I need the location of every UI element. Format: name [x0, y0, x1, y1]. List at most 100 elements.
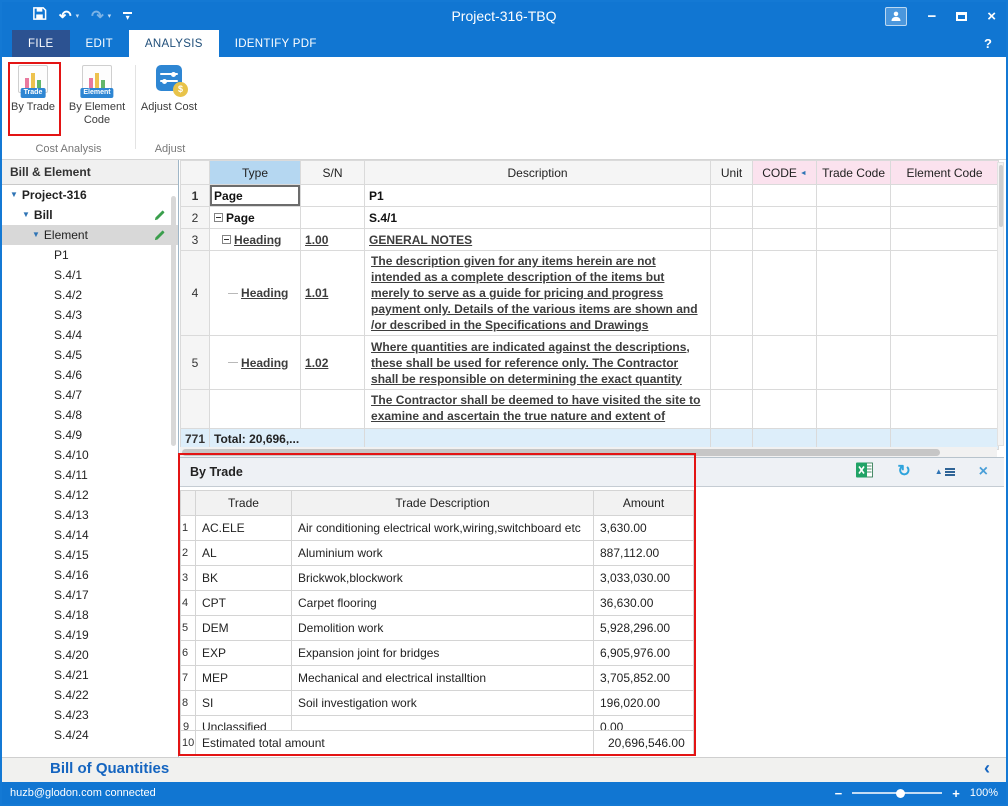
collapse-chevron-left-icon[interactable]: ‹: [984, 758, 990, 779]
cell-type[interactable]: Heading: [210, 336, 301, 390]
zoom-slider[interactable]: [852, 792, 942, 794]
by-trade-cell-desc[interactable]: Brickwok,blockwork: [292, 566, 594, 591]
column-header-description[interactable]: Description: [365, 161, 711, 185]
by-trade-row[interactable]: 5DEMDemolition work5,928,296.00: [181, 616, 694, 641]
grid-cell[interactable]: [711, 207, 753, 229]
by-trade-row[interactable]: 7MEPMechanical and electrical installtio…: [181, 666, 694, 691]
by-trade-cell-trade[interactable]: AC.ELE: [196, 516, 292, 541]
column-header-element-code[interactable]: Element Code: [891, 161, 999, 185]
by-trade-cell-n[interactable]: 8: [181, 691, 196, 716]
tab-edit[interactable]: EDIT: [70, 30, 129, 57]
sidebar-item-s-4-16[interactable]: S.4/16: [2, 565, 178, 585]
grid-cell[interactable]: [891, 207, 999, 229]
grid-cell[interactable]: [817, 390, 891, 429]
grid-cell[interactable]: [817, 185, 891, 207]
collapse-box-icon[interactable]: [214, 213, 223, 222]
minimize-button[interactable]: −: [927, 9, 936, 24]
grid-cell[interactable]: [753, 229, 817, 251]
by-trade-row[interactable]: 6EXPExpansion joint for bridges6,905,976…: [181, 641, 694, 666]
by-trade-row[interactable]: 3BKBrickwok,blockwork3,033,030.00: [181, 566, 694, 591]
by-trade-cell-n[interactable]: 1: [181, 516, 196, 541]
grid-cell[interactable]: [817, 207, 891, 229]
by-trade-cell-desc[interactable]: Mechanical and electrical installtion: [292, 666, 594, 691]
sort-collapse-icon[interactable]: ▲: [935, 467, 955, 478]
export-excel-icon[interactable]: [856, 462, 873, 483]
sidebar-item-s-4-20[interactable]: S.4/20: [2, 645, 178, 665]
grid-cell[interactable]: [711, 251, 753, 336]
by-trade-cell-amount[interactable]: 887,112.00: [594, 541, 694, 566]
column-header-sn[interactable]: S/N: [301, 161, 365, 185]
cell-description[interactable]: Where quantities are indicated against t…: [365, 336, 711, 390]
sidebar-item-s-4-5[interactable]: S.4/5: [2, 345, 178, 365]
sidebar-item-s-4-11[interactable]: S.4/11: [2, 465, 178, 485]
sidebar-item-s-4-18[interactable]: S.4/18: [2, 605, 178, 625]
tab-analysis[interactable]: ANALYSIS: [129, 30, 219, 57]
grid-cell[interactable]: [817, 251, 891, 336]
table-row[interactable]: 1 Page P1: [181, 185, 999, 207]
row-number[interactable]: 4: [181, 251, 210, 336]
by-trade-cell-desc[interactable]: Air conditioning electrical work,wiring,…: [292, 516, 594, 541]
grid-cell[interactable]: [301, 185, 365, 207]
by-trade-button[interactable]: Trade By Trade: [8, 65, 58, 114]
filter-triangle-icon[interactable]: ◄: [800, 170, 807, 177]
by-trade-cell-trade[interactable]: MEP: [196, 666, 292, 691]
by-trade-col-amount[interactable]: Amount: [594, 491, 694, 516]
refresh-icon[interactable]: ↻: [897, 464, 910, 480]
grid-cell[interactable]: [753, 336, 817, 390]
tree-node-bill[interactable]: ▼ Bill: [2, 205, 178, 225]
by-trade-cell-amount[interactable]: 0.00: [594, 716, 694, 731]
by-trade-cell-n[interactable]: 4: [181, 591, 196, 616]
by-trade-row[interactable]: 1AC.ELEAir conditioning electrical work,…: [181, 516, 694, 541]
row-number[interactable]: [181, 390, 210, 429]
by-trade-row-clipped[interactable]: 9 Unclassified 0.00: [181, 716, 694, 731]
panel-close-icon[interactable]: ×: [979, 464, 988, 480]
by-element-code-button[interactable]: Element By Element Code: [62, 65, 132, 127]
by-trade-cell-desc[interactable]: Soil investigation work: [292, 691, 594, 716]
by-trade-cell-n[interactable]: 3: [181, 566, 196, 591]
by-trade-col-description[interactable]: Trade Description: [292, 491, 594, 516]
by-trade-cell-amount[interactable]: 3,705,852.00: [594, 666, 694, 691]
vertical-scrollbar-thumb[interactable]: [999, 165, 1003, 227]
grid-cell[interactable]: [301, 390, 365, 429]
help-icon[interactable]: ?: [984, 30, 992, 57]
grid-cell[interactable]: [301, 207, 365, 229]
by-trade-cell-amount[interactable]: 3,033,030.00: [594, 566, 694, 591]
by-trade-cell-desc[interactable]: Aluminium work: [292, 541, 594, 566]
grid-cell[interactable]: [753, 185, 817, 207]
by-trade-row[interactable]: 8SISoil investigation work196,020.00: [181, 691, 694, 716]
sidebar-item-s-4-6[interactable]: S.4/6: [2, 365, 178, 385]
grid-cell[interactable]: [711, 390, 753, 429]
column-header-unit[interactable]: Unit: [711, 161, 753, 185]
tree-collapse-icon[interactable]: ▼: [10, 191, 18, 199]
sidebar-item-s-4-8[interactable]: S.4/8: [2, 405, 178, 425]
row-number[interactable]: 3: [181, 229, 210, 251]
grid-cell[interactable]: [891, 229, 999, 251]
row-number[interactable]: 1: [181, 185, 210, 207]
grid-cell[interactable]: [753, 390, 817, 429]
horizontal-scrollbar[interactable]: [180, 447, 997, 457]
sidebar-item-s-4-21[interactable]: S.4/21: [2, 665, 178, 685]
column-header-type[interactable]: Type: [210, 161, 301, 185]
grid-cell[interactable]: [817, 229, 891, 251]
grid-cell[interactable]: [711, 336, 753, 390]
by-trade-col-trade[interactable]: Trade: [196, 491, 292, 516]
sidebar-item-s-4-24[interactable]: S.4/24: [2, 725, 178, 745]
tab-file[interactable]: FILE: [12, 30, 70, 57]
grid-cell[interactable]: [753, 207, 817, 229]
horizontal-scrollbar-thumb[interactable]: [182, 449, 940, 456]
sidebar-item-s-4-10[interactable]: S.4/10: [2, 445, 178, 465]
cell-sn[interactable]: 1.00: [301, 229, 365, 251]
tree-node-project[interactable]: ▼ Project-316: [2, 185, 178, 205]
sidebar-item-s-4-2[interactable]: S.4/2: [2, 285, 178, 305]
sidebar-item-s-4-22[interactable]: S.4/22: [2, 685, 178, 705]
by-trade-cell-desc[interactable]: Demolition work: [292, 616, 594, 641]
row-number[interactable]: 2: [181, 207, 210, 229]
edit-pencil-icon[interactable]: [154, 209, 166, 224]
sidebar-item-s-4-1[interactable]: S.4/1: [2, 265, 178, 285]
sidebar-item-s-4-3[interactable]: S.4/3: [2, 305, 178, 325]
by-trade-cell-trade[interactable]: Unclassified: [196, 716, 292, 731]
sidebar-item-s-4-12[interactable]: S.4/12: [2, 485, 178, 505]
row-number-header[interactable]: [181, 161, 210, 185]
cell-sn[interactable]: 1.01: [301, 251, 365, 336]
sidebar-item-s-4-9[interactable]: S.4/9: [2, 425, 178, 445]
